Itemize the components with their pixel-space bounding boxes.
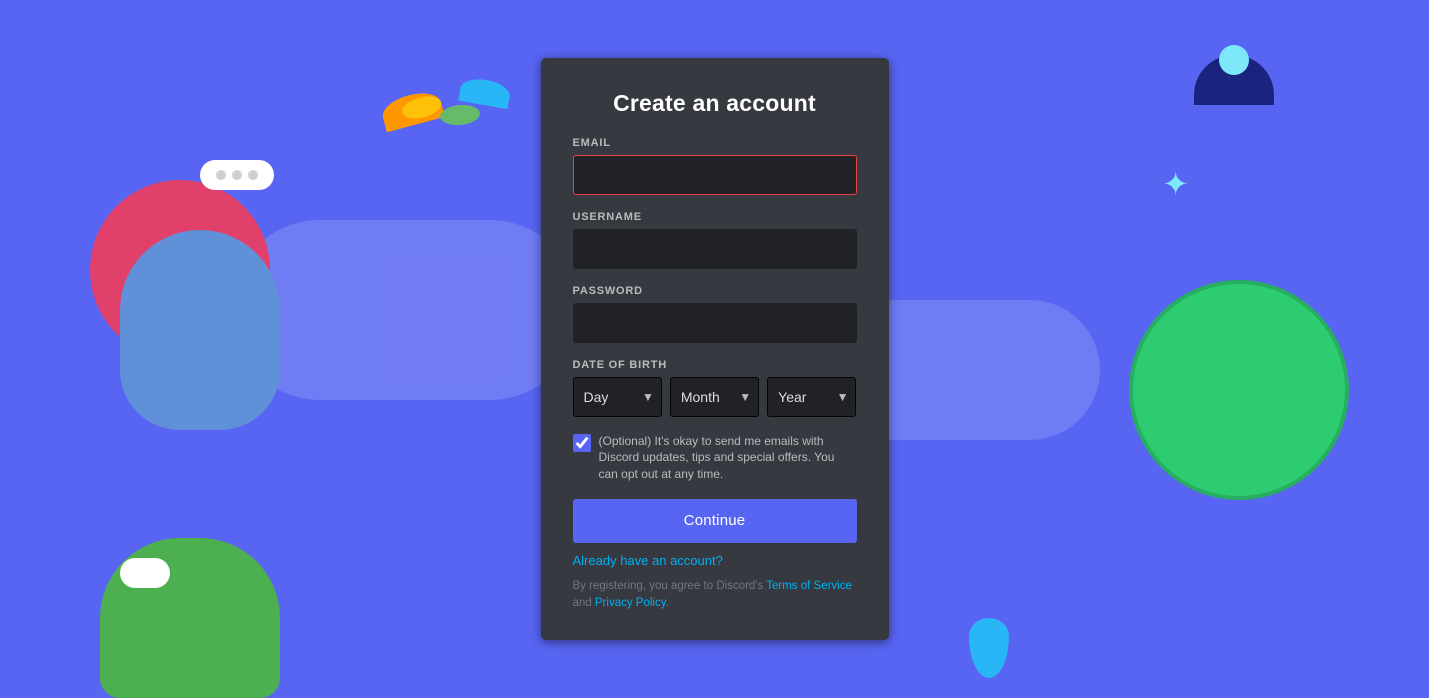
newsletter-checkbox-row: (Optional) It's okay to send me emails w…	[573, 433, 857, 483]
newsletter-label: (Optional) It's okay to send me emails w…	[599, 433, 857, 483]
privacy-policy-link[interactable]: Privacy Policy	[595, 597, 666, 609]
month-select-wrap: Month January February March April May J…	[670, 377, 759, 417]
create-account-modal: Create an account EMAIL USERNAME PASSWOR…	[541, 58, 889, 641]
terms-post-text: .	[666, 597, 669, 609]
username-group: USERNAME	[573, 211, 857, 269]
password-input[interactable]	[573, 303, 857, 343]
email-label: EMAIL	[573, 137, 857, 149]
email-group: EMAIL	[573, 137, 857, 195]
password-group: PASSWORD	[573, 285, 857, 343]
username-label: USERNAME	[573, 211, 857, 223]
date-row: Day 1 2 3 31 ▼ Month January February Ma…	[573, 377, 857, 417]
year-select[interactable]: Year 2024 2000 1990 1980	[767, 377, 856, 417]
dob-group: DATE OF BIRTH Day 1 2 3 31 ▼ Month Ja	[573, 359, 857, 417]
newsletter-checkbox[interactable]	[573, 434, 591, 452]
modal-overlay: Create an account EMAIL USERNAME PASSWOR…	[0, 0, 1429, 698]
terms-and-text: and	[573, 597, 595, 609]
day-select[interactable]: Day 1 2 3 31	[573, 377, 662, 417]
email-input[interactable]	[573, 155, 857, 195]
year-select-wrap: Year 2024 2000 1990 1980 ▼	[767, 377, 856, 417]
continue-button[interactable]: Continue	[573, 499, 857, 543]
password-label: PASSWORD	[573, 285, 857, 297]
terms-pre-text: By registering, you agree to Discord's	[573, 580, 767, 592]
terms-of-service-link[interactable]: Terms of Service	[766, 580, 852, 592]
terms-text: By registering, you agree to Discord's T…	[573, 578, 857, 613]
month-select[interactable]: Month January February March April May J…	[670, 377, 759, 417]
username-input[interactable]	[573, 229, 857, 269]
dob-label: DATE OF BIRTH	[573, 359, 857, 371]
modal-title: Create an account	[573, 90, 857, 117]
already-account-link[interactable]: Already have an account?	[573, 553, 857, 568]
day-select-wrap: Day 1 2 3 31 ▼	[573, 377, 662, 417]
